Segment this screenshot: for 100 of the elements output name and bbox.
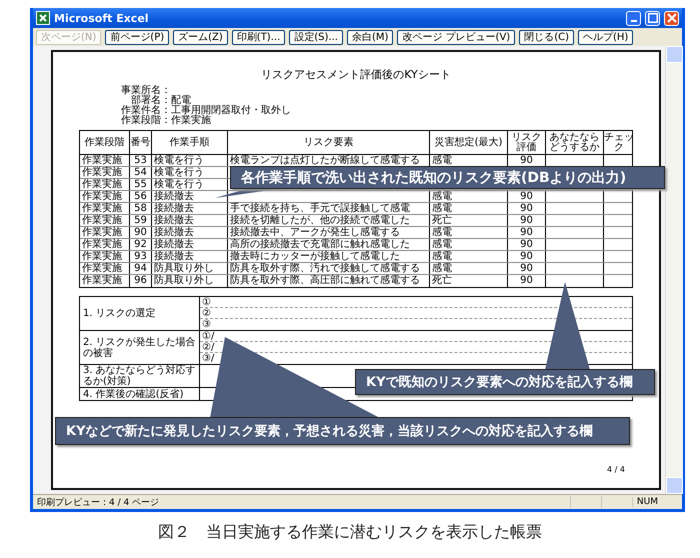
table-cell: 感電	[430, 203, 508, 214]
table-cell: 死亡	[430, 275, 508, 287]
column-header: 災害想定(最大)	[430, 131, 508, 154]
field-label: 作業段階：	[120, 116, 171, 126]
column-header: リスク要素	[228, 131, 430, 154]
table-cell: 接続撤去	[152, 203, 228, 214]
table-cell: 93	[130, 251, 152, 262]
toolbar-button[interactable]: 印刷(T)...	[232, 30, 286, 44]
field-label: 作業件名：	[120, 106, 171, 116]
table-cell: 90	[508, 191, 546, 202]
answer-line[interactable]: ③	[200, 319, 632, 330]
table-cell: 検電を行う	[152, 167, 228, 178]
close-button[interactable]	[664, 10, 679, 26]
table-cell: 検電を行う	[152, 179, 228, 190]
table-cell: 作業実施	[80, 227, 130, 238]
table-cell: 作業実施	[80, 239, 130, 250]
close-icon	[666, 13, 676, 23]
table-cell: 56	[130, 191, 152, 202]
maximize-icon	[648, 13, 658, 23]
toolbar-button[interactable]: ズーム(Z)	[173, 30, 228, 44]
figure-caption: 図２ 当日実施する作業に潜むリスクを表示した帳票	[158, 522, 542, 541]
num-lock-indicator: NUM	[632, 497, 678, 507]
table-cell: 90	[508, 239, 546, 250]
table-cell: 90	[508, 203, 546, 214]
column-header: チェック	[604, 131, 634, 154]
column-header: 作業手順	[152, 131, 228, 154]
table-cell: 手で接続を持ち、手元で誤接触して感電	[228, 203, 430, 214]
field-label: 部署名：	[131, 96, 171, 106]
table-cell: 54	[130, 167, 152, 178]
field-value: 配電	[171, 96, 191, 106]
table-cell: 作業実施	[80, 251, 130, 262]
table-cell: 接続を切離したが、他の接続で感電した	[228, 215, 430, 226]
maximize-button[interactable]	[645, 10, 660, 26]
table-cell: 55	[130, 179, 152, 190]
table-cell: 作業実施	[80, 263, 130, 274]
table-cell: 感電	[430, 191, 508, 202]
table-cell: 作業実施	[80, 203, 130, 214]
table-cell: 感電	[430, 239, 508, 250]
table-cell: 感電	[430, 227, 508, 238]
table-cell: 90	[508, 251, 546, 262]
callout: KYなどで新たに発見したリスク要素，予想される災害，当該リスクへの対応を記入する欄	[55, 417, 630, 445]
table-cell: 90	[508, 215, 546, 226]
table-cell: 接続撤去	[152, 227, 228, 238]
table-cell: 接続撤去	[152, 215, 228, 226]
toolbar-button[interactable]: 前ページ(P)	[105, 30, 170, 44]
table-cell: 感電	[430, 263, 508, 274]
form-label: 3. あなたならどう対応するか(対策)	[80, 365, 200, 387]
table-cell: 撤去時にカッターが接触して感電した	[228, 251, 430, 262]
table-cell: 感電	[430, 251, 508, 262]
toolbar-button[interactable]: 余白(M)	[346, 30, 394, 44]
toolbar-button[interactable]: 設定(S)...	[289, 30, 343, 44]
column-header: あなたならどうするか	[546, 131, 604, 154]
form-label: 4. 作業後の確認(反省)	[80, 388, 200, 400]
minimize-icon	[630, 20, 636, 22]
table-cell: 防具を取外す際、高圧部に触れて感電する	[228, 275, 430, 287]
toolbar-button[interactable]: 閉じる(C)	[519, 30, 574, 44]
table-cell: 58	[130, 203, 152, 214]
table-cell: 96	[130, 275, 152, 287]
table-cell: 防具取り外し	[152, 275, 228, 287]
table-cell: 94	[130, 263, 152, 274]
form-label: 2. リスクが発生した場合の被害	[80, 331, 200, 364]
scrollbar[interactable]	[665, 46, 683, 494]
table-cell: 作業実施	[80, 167, 130, 178]
toolbar-button[interactable]: ヘルプ(H)	[578, 30, 634, 44]
table-cell: 作業実施	[80, 215, 130, 226]
field-value: 作業実施	[171, 116, 211, 126]
form-label: 1. リスクの選定	[80, 297, 200, 330]
table-cell: 作業実施	[80, 275, 130, 287]
minimize-button[interactable]	[626, 10, 641, 26]
sheet-title: リスクアセスメント評価後のKYシート	[260, 68, 452, 82]
table-cell: 90	[508, 263, 546, 274]
table-cell: 作業実施	[80, 155, 130, 166]
page-number: 4 / 4	[607, 465, 625, 474]
status-text: 印刷プレビュー：4 / 4 ページ	[37, 496, 160, 508]
table-cell: 90	[508, 275, 546, 287]
field-label: 事業所名：	[120, 86, 171, 96]
table-cell: 接続撤去	[152, 239, 228, 250]
table-cell: 作業実施	[80, 191, 130, 202]
table-cell: 53	[130, 155, 152, 166]
table-cell: 防具取り外し	[152, 263, 228, 274]
table-cell: 90	[130, 227, 152, 238]
callout: KYで既知のリスク要素への対応を記入する欄	[355, 369, 655, 395]
window-title: Microsoft Excel	[54, 12, 150, 24]
table-cell: 防具を取外す際、汚れで接触して感電する	[228, 263, 430, 274]
column-header: リスク評価	[508, 131, 546, 154]
table-cell: 59	[130, 215, 152, 226]
table-cell: 高所の接続撤去で充電部に触れ感電した	[228, 239, 430, 250]
column-header: 番号	[130, 131, 152, 154]
table-cell: 死亡	[430, 215, 508, 226]
table-cell: 92	[130, 239, 152, 250]
table-cell: 検電を行う	[152, 155, 228, 166]
table-cell: 作業実施	[80, 179, 130, 190]
table-cell: 接続撤去	[152, 251, 228, 262]
field-value: 工事用開閉器取付・取外し	[171, 106, 291, 116]
spreadsheet-icon	[36, 11, 50, 25]
table-cell: 90	[508, 227, 546, 238]
toolbar-button[interactable]: 改ページ プレビュー(V)	[397, 30, 516, 44]
column-header: 作業段階	[80, 131, 130, 154]
table-cell: 接続撤去中、アークが発生し感電する	[228, 227, 430, 238]
answer-line[interactable]: ③/	[200, 353, 632, 364]
